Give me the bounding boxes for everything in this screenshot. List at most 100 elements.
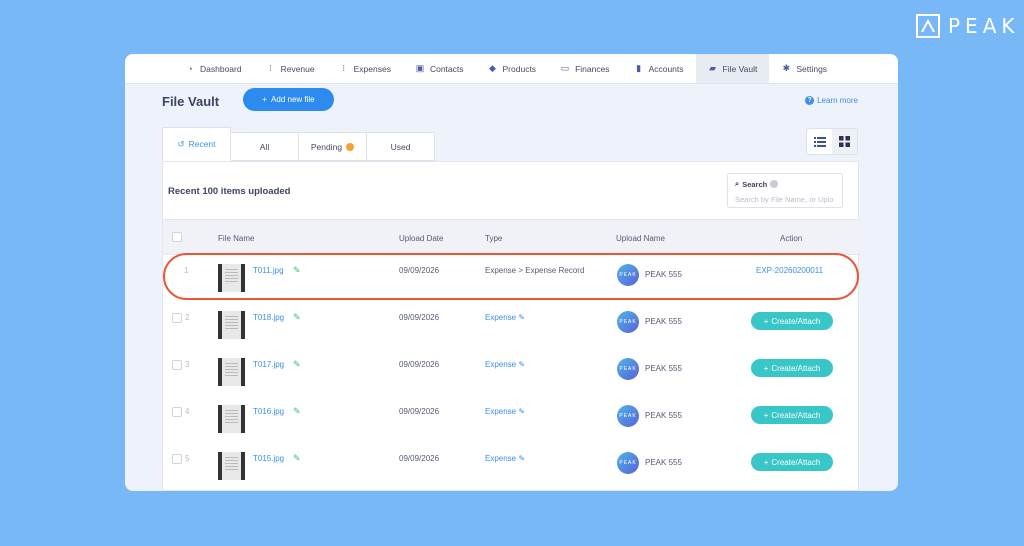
table-row[interactable]: 2 T018.jpg ✎ 09/09/2026 Expense ✎ PEAK P… bbox=[163, 303, 860, 350]
edit-icon: ✎ bbox=[518, 360, 526, 369]
file-name-link[interactable]: T015.jpg bbox=[253, 454, 284, 463]
edit-icon: ✎ bbox=[518, 407, 526, 416]
finances-icon: ▭ bbox=[560, 63, 570, 73]
table-row[interactable]: 5 T015.jpg ✎ 09/09/2026 Expense ✎ PEAK P… bbox=[163, 444, 860, 491]
row-checkbox[interactable] bbox=[172, 360, 182, 370]
create-attach-button[interactable]: + Create/Attach bbox=[751, 359, 833, 377]
list-icon bbox=[813, 136, 826, 147]
file-type-link[interactable]: Expense ✎ bbox=[485, 407, 525, 416]
tab-all[interactable]: All bbox=[231, 132, 299, 161]
column-action[interactable]: Action bbox=[780, 234, 802, 243]
table-row[interactable]: 4 T016.jpg ✎ 09/09/2026 Expense ✎ PEAK P… bbox=[163, 397, 860, 444]
file-thumbnail[interactable] bbox=[218, 452, 245, 480]
nav-item-expenses[interactable]: ⁝ Expenses bbox=[327, 54, 403, 83]
pending-indicator bbox=[346, 142, 355, 151]
select-all-checkbox[interactable] bbox=[172, 232, 182, 242]
nav-item-dashboard[interactable]: ◔ Dashboard bbox=[173, 54, 254, 83]
nav-item-label: Contacts bbox=[429, 63, 464, 74]
create-attach-button[interactable]: + Create/Attach bbox=[751, 406, 833, 424]
file-type-link[interactable]: Expense ✎ bbox=[485, 313, 525, 322]
search-input[interactable] bbox=[735, 195, 835, 204]
file-thumbnail[interactable] bbox=[218, 405, 245, 433]
column-upload-name[interactable]: Upload Name bbox=[616, 234, 665, 243]
brand-logo: PEAK bbox=[916, 14, 1020, 38]
magic-wand-icon: ✎ bbox=[293, 406, 301, 416]
nav-item-file-vault[interactable]: ▰ File Vault bbox=[695, 54, 770, 83]
row-checkbox[interactable] bbox=[172, 407, 182, 417]
tab-recent[interactable]: ↺ Recent bbox=[162, 127, 231, 161]
top-navigation: ◔ Dashboard ⁝ Revenue ⁝ Expenses ▣ Contacts … bbox=[125, 54, 898, 84]
upload-date: 09/09/2026 bbox=[399, 407, 440, 416]
file-type-link[interactable]: Expense ✎ bbox=[485, 454, 525, 463]
learn-more-label: Learn more bbox=[817, 96, 858, 105]
table-row[interactable]: 3 T017.jpg ✎ 09/09/2026 Expense ✎ PEAK P… bbox=[163, 350, 860, 397]
table-header: File Name Upload Date Type Upload Name A… bbox=[163, 219, 860, 255]
tab-label: All bbox=[259, 141, 270, 152]
file-name-link[interactable]: T016.jpg bbox=[253, 407, 284, 416]
folder-icon: ▰ bbox=[709, 63, 716, 73]
file-thumbnail[interactable] bbox=[218, 311, 245, 339]
nav-item-settings[interactable]: ✱ Settings bbox=[769, 54, 839, 83]
file-thumbnail[interactable] bbox=[218, 358, 245, 386]
tab-label: Pending bbox=[310, 141, 343, 152]
search-icon: ⌕ bbox=[735, 179, 740, 188]
nav-item-products[interactable]: ◆ Products bbox=[476, 54, 549, 83]
plus-icon: + bbox=[262, 95, 268, 104]
row-number: 5 bbox=[185, 454, 190, 463]
upload-date: 09/09/2026 bbox=[399, 454, 440, 463]
uploader-name: PEAK 555 bbox=[645, 458, 682, 467]
column-upload-date[interactable]: Upload Date bbox=[399, 234, 443, 243]
file-type: Expense bbox=[485, 360, 517, 369]
plus-icon: + bbox=[763, 457, 769, 467]
nav-item-contacts[interactable]: ▣ Contacts bbox=[403, 54, 476, 83]
nav-item-finances[interactable]: ▭ Finances bbox=[548, 54, 622, 83]
tab-label: Recent bbox=[188, 139, 216, 149]
row-number: 4 bbox=[185, 407, 190, 416]
nav-item-label: Revenue bbox=[280, 63, 315, 74]
contacts-icon: ▣ bbox=[415, 63, 425, 73]
file-name-link[interactable]: T017.jpg bbox=[253, 360, 284, 369]
search-label: Search bbox=[742, 179, 768, 189]
nav-item-label: Accounts bbox=[648, 63, 684, 74]
list-view-button[interactable] bbox=[807, 129, 832, 154]
page-title: File Vault bbox=[162, 94, 220, 109]
row-checkbox[interactable] bbox=[172, 454, 182, 464]
row-number: 2 bbox=[185, 313, 190, 322]
nav-item-accounts[interactable]: ▮ Accounts bbox=[622, 54, 696, 83]
tab-pending[interactable]: Pending bbox=[299, 132, 367, 161]
create-attach-button[interactable]: + Create/Attach bbox=[751, 312, 833, 330]
file-type-link[interactable]: Expense ✎ bbox=[485, 360, 525, 369]
expenses-icon: ⁝ bbox=[342, 63, 346, 73]
avatar: PEAK bbox=[617, 311, 639, 333]
history-icon: ↺ bbox=[177, 138, 185, 149]
create-attach-label: Create/Attach bbox=[771, 363, 821, 373]
create-attach-label: Create/Attach bbox=[771, 457, 821, 467]
nav-item-label: Dashboard bbox=[200, 63, 242, 74]
plus-icon: + bbox=[763, 363, 769, 373]
brand-name: PEAK bbox=[948, 14, 1020, 38]
panel-title: Recent 100 items uploaded bbox=[168, 186, 291, 197]
edit-icon: ✎ bbox=[518, 454, 526, 463]
nav-item-revenue[interactable]: ⁝ Revenue bbox=[254, 54, 327, 83]
tab-used[interactable]: Used bbox=[367, 132, 435, 161]
column-type[interactable]: Type bbox=[485, 234, 502, 243]
avatar: PEAK bbox=[617, 452, 639, 474]
gear-icon: ✱ bbox=[782, 63, 791, 73]
highlight-annotation bbox=[163, 253, 859, 300]
dashboard-icon: ◔ bbox=[187, 63, 193, 74]
create-attach-label: Create/Attach bbox=[771, 410, 821, 420]
create-attach-button[interactable]: + Create/Attach bbox=[751, 453, 833, 471]
add-new-file-button[interactable]: + Add new file bbox=[243, 88, 334, 111]
row-number: 3 bbox=[185, 360, 190, 369]
magic-wand-icon: ✎ bbox=[293, 359, 301, 369]
create-attach-label: Create/Attach bbox=[771, 316, 821, 326]
column-file-name[interactable]: File Name bbox=[218, 234, 254, 243]
row-checkbox[interactable] bbox=[172, 313, 182, 323]
grid-icon bbox=[839, 136, 850, 147]
nav-item-label: Expenses bbox=[353, 63, 391, 74]
grid-view-button[interactable] bbox=[832, 129, 857, 154]
file-name-link[interactable]: T018.jpg bbox=[253, 313, 284, 322]
learn-more-link[interactable]: ? Learn more bbox=[805, 96, 858, 105]
page-header: File Vault + Add new file ? Learn more bbox=[125, 84, 898, 118]
help-icon: ? bbox=[805, 96, 815, 105]
